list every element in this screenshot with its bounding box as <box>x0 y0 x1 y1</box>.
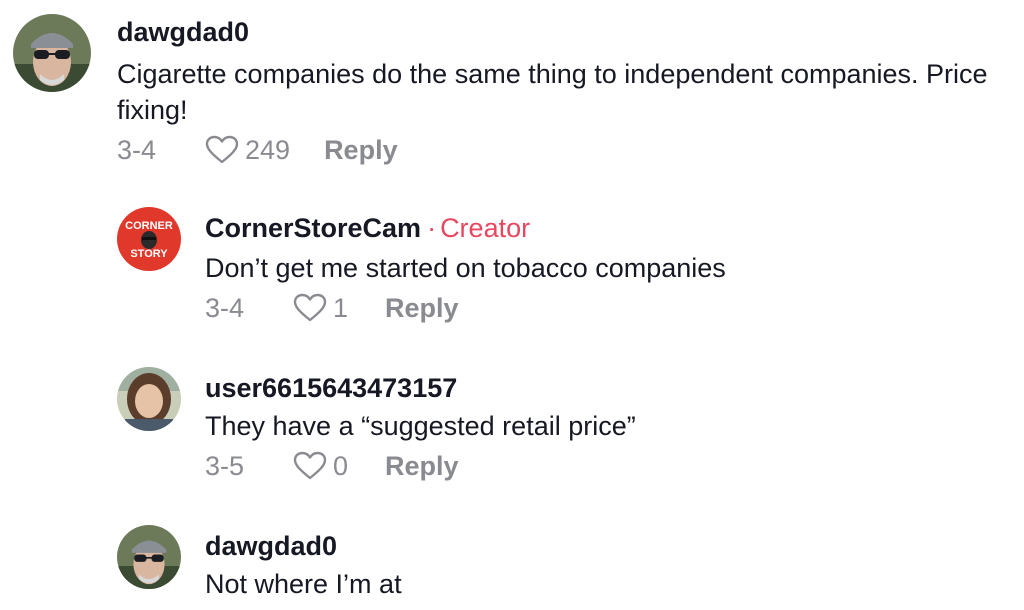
reply-item: dawgdad0 Not where I’m at <box>0 510 1024 610</box>
reply-date: 3-5 <box>205 451 245 481</box>
reply-username-text: CornerStoreCam <box>205 213 422 243</box>
like-count: 1 <box>333 293 349 323</box>
reply-item: CORNER STORY CornerStoreCam · Creator Don’… <box>0 190 1024 340</box>
reply-button[interactable]: Reply <box>324 134 398 166</box>
creator-label: Creator <box>440 213 531 243</box>
svg-text:STORY: STORY <box>130 248 168 260</box>
avatar-image <box>117 525 181 589</box>
avatar[interactable] <box>117 525 181 589</box>
reply-username[interactable]: user6615643473157 <box>205 372 457 404</box>
reply-button[interactable]: Reply <box>385 450 459 482</box>
reply-meta: 3-4 1 Reply <box>205 292 459 324</box>
comment-text: Cigarette companies do the same thing to… <box>117 59 988 125</box>
comment-item: dawgdad0 Cigarette companies do the same… <box>0 0 1024 180</box>
reply-button[interactable]: Reply <box>385 292 459 324</box>
reply-item: user6615643473157 They have a “suggested… <box>0 350 1024 510</box>
reply-text: Not where I’m at <box>205 569 402 599</box>
reply-date: 3-4 <box>205 293 245 323</box>
creator-separator: · <box>427 213 437 243</box>
like-count: 0 <box>333 451 349 481</box>
comment-meta: 3-4 249 Reply <box>117 134 398 166</box>
avatar[interactable]: CORNER STORY <box>117 207 181 271</box>
svg-text:CORNER: CORNER <box>125 220 173 232</box>
comment-date: 3-4 <box>117 135 157 165</box>
reply-username[interactable]: dawgdad0 <box>205 530 337 562</box>
creator-badge: · Creator <box>421 213 530 243</box>
comment-username[interactable]: dawgdad0 <box>117 16 249 48</box>
avatar-image <box>117 367 181 431</box>
like-button[interactable]: 249 <box>205 134 290 166</box>
heart-outline-icon <box>293 293 327 322</box>
reply-text: They have a “suggested retail price” <box>205 411 636 441</box>
avatar-image <box>13 14 91 92</box>
reply-username[interactable]: CornerStoreCam · Creator <box>205 212 530 244</box>
corner-store-logo: CORNER STORY <box>117 207 181 271</box>
like-button[interactable]: 1 <box>293 292 359 324</box>
like-button[interactable]: 0 <box>293 450 359 482</box>
reply-text: Don’t get me started on tobacco companie… <box>205 253 726 283</box>
heart-outline-icon <box>205 135 239 164</box>
reply-meta: 3-5 0 Reply <box>205 450 459 482</box>
like-count: 249 <box>245 135 291 165</box>
avatar[interactable] <box>117 367 181 431</box>
avatar[interactable] <box>13 14 91 92</box>
heart-outline-icon <box>293 451 327 480</box>
